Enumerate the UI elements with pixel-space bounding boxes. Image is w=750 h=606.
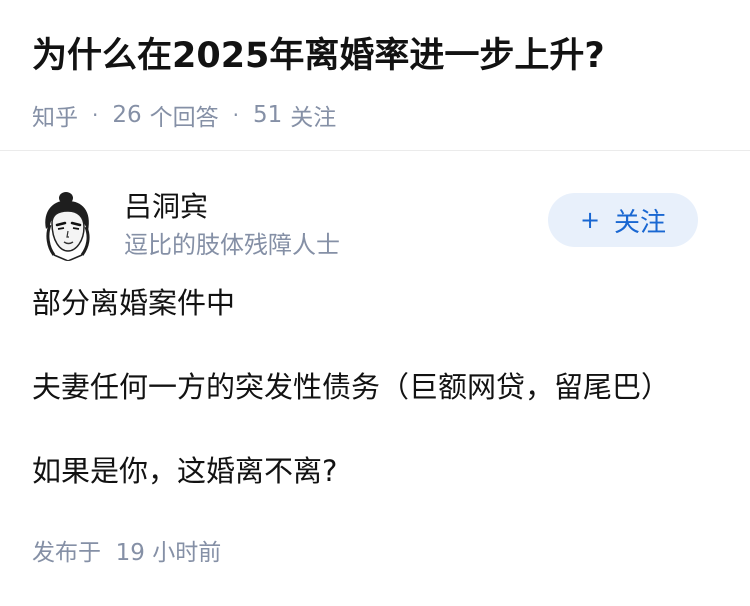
- source-label[interactable]: 知乎: [32, 98, 78, 132]
- answers-label[interactable]: 个回答: [150, 98, 219, 132]
- question-title[interactable]: 为什么在2025年离婚率进一步上升?: [32, 28, 718, 84]
- followers-label[interactable]: 关注: [290, 98, 336, 132]
- question-header: 为什么在2025年离婚率进一步上升? 知乎 · 26 个回答 · 51 关注: [0, 0, 750, 131]
- plus-icon: +: [579, 206, 601, 234]
- question-meta: 知乎 · 26 个回答 · 51 关注: [32, 98, 718, 132]
- author-row: 吕洞宾 逗比的肢体残障人士 + 关注: [32, 185, 718, 265]
- avatar[interactable]: [32, 189, 104, 261]
- divider: [0, 150, 750, 151]
- separator-dot: ·: [232, 103, 239, 127]
- follow-label: 关注: [614, 207, 667, 238]
- answer-paragraph: 部分离婚案件中: [32, 286, 236, 320]
- answer-paragraph: 如果是你，这婚离不离?: [32, 454, 338, 488]
- answers-count: 26: [112, 102, 142, 128]
- publish-time: 发布于 19 小时前: [32, 540, 222, 566]
- answer-paragraph: 夫妻任何一方的突发性债务（巨额网贷，留尾巴）: [32, 370, 671, 404]
- author-name[interactable]: 吕洞宾: [124, 188, 340, 226]
- followers-count: 51: [253, 102, 283, 128]
- avatar-illustration-icon: [32, 189, 104, 261]
- author-info: 吕洞宾 逗比的肢体残障人士: [124, 188, 340, 262]
- follow-button[interactable]: + 关注: [548, 193, 698, 247]
- author-bio: 逗比的肢体残障人士: [124, 231, 340, 259]
- answer-card: 吕洞宾 逗比的肢体残障人士 + 关注 部分离婚案件中 夫妻任何一方的突发性债务（…: [0, 185, 750, 567]
- separator-dot: ·: [92, 103, 99, 127]
- answer-content: 部分离婚案件中 夫妻任何一方的突发性债务（巨额网贷，留尾巴） 如果是你，这婚离不…: [32, 281, 718, 493]
